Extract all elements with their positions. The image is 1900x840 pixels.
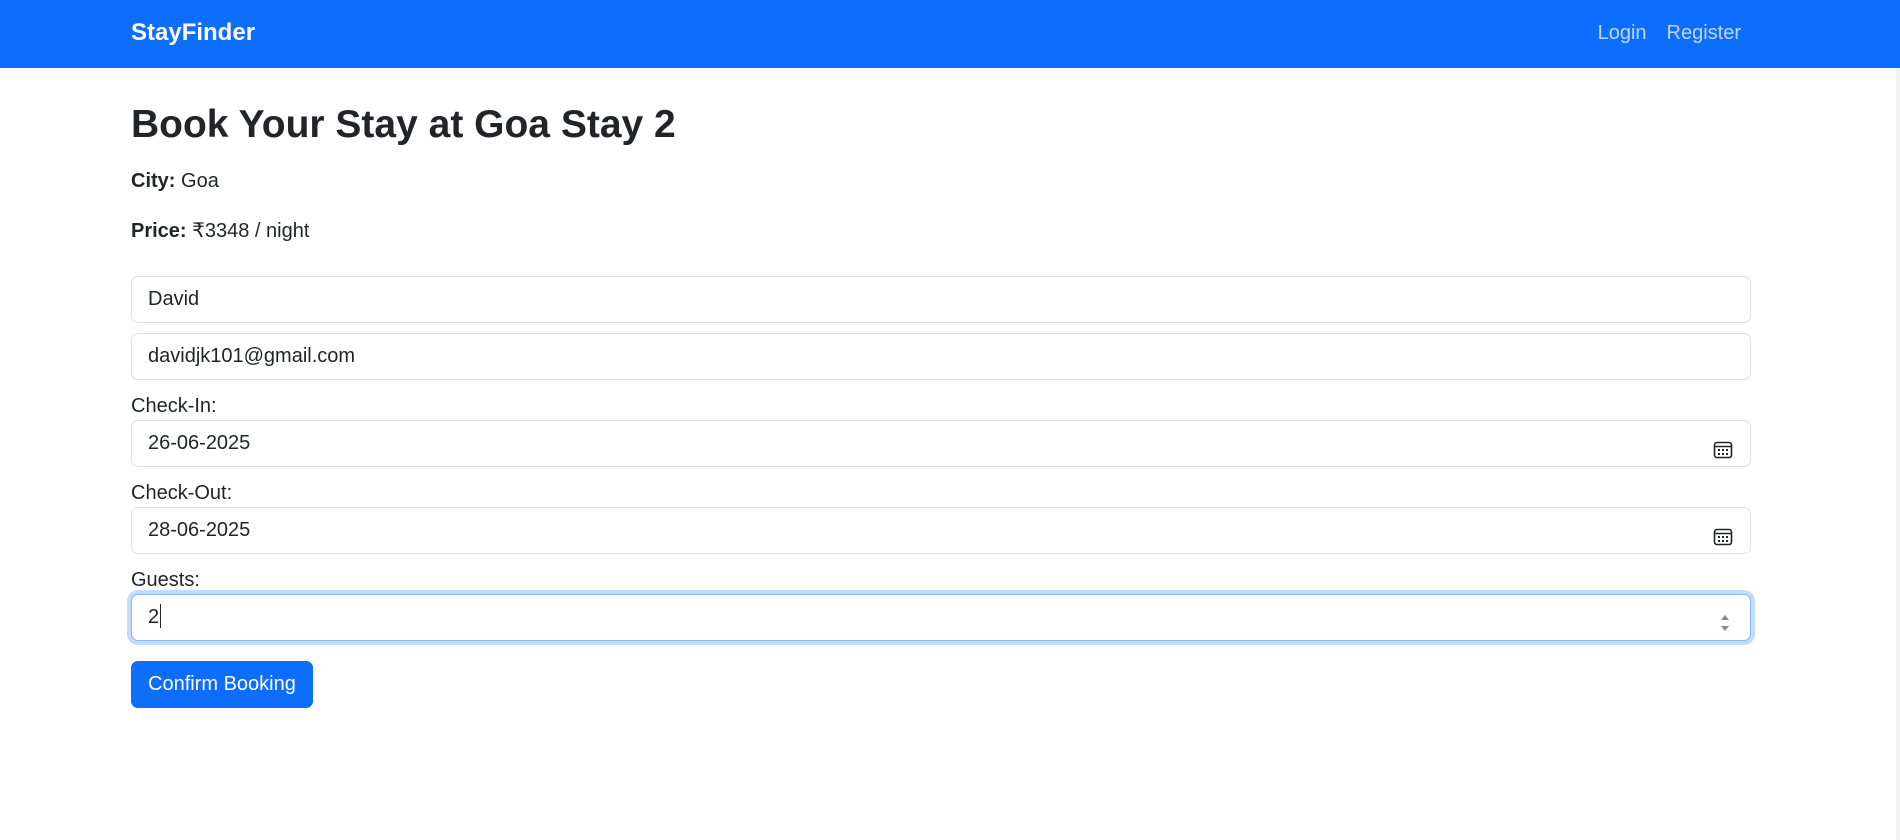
guests-label: Guests: bbox=[131, 569, 200, 591]
calendar-icon[interactable] bbox=[1712, 520, 1734, 546]
calendar-icon[interactable] bbox=[1712, 433, 1734, 459]
city-value: Goa bbox=[181, 170, 219, 192]
guests-field-value: 2 bbox=[148, 606, 160, 628]
register-link[interactable]: Register bbox=[1667, 17, 1741, 49]
checkout-date-value: 28-06-2025 bbox=[148, 519, 251, 541]
navbar: StayFinder Login Register bbox=[0, 0, 1900, 68]
brand-logo[interactable]: StayFinder bbox=[131, 17, 255, 49]
price-label: Price: bbox=[131, 220, 187, 242]
checkin-date-field[interactable]: 26-06-2025 bbox=[131, 420, 1751, 467]
login-link[interactable]: Login bbox=[1598, 17, 1647, 49]
nav-links: Login Register bbox=[1598, 17, 1741, 49]
page-title: Book Your Stay at Goa Stay 2 bbox=[131, 103, 676, 146]
checkin-date-value: 26-06-2025 bbox=[148, 432, 251, 454]
checkin-label: Check-In: bbox=[131, 395, 217, 417]
name-field[interactable]: David bbox=[131, 276, 1751, 323]
email-field-value: davidjk101@gmail.com bbox=[148, 345, 356, 367]
guests-number-field[interactable]: 2 bbox=[131, 594, 1751, 641]
price-value: ₹3348 / night bbox=[192, 220, 310, 242]
city-label: City: bbox=[131, 170, 176, 192]
text-cursor bbox=[160, 604, 162, 629]
name-field-value: David bbox=[148, 288, 200, 310]
email-field[interactable]: davidjk101@gmail.com bbox=[131, 333, 1751, 380]
city-info: City: Goa bbox=[131, 167, 219, 195]
price-info: Price: ₹3348 / night bbox=[131, 217, 309, 245]
scrollbar[interactable] bbox=[1896, 68, 1900, 840]
confirm-booking-button[interactable]: Confirm Booking bbox=[131, 661, 313, 708]
checkout-label: Check-Out: bbox=[131, 482, 233, 504]
checkout-date-field[interactable]: 28-06-2025 bbox=[131, 507, 1751, 554]
spinner-arrows-icon[interactable] bbox=[1719, 607, 1731, 631]
